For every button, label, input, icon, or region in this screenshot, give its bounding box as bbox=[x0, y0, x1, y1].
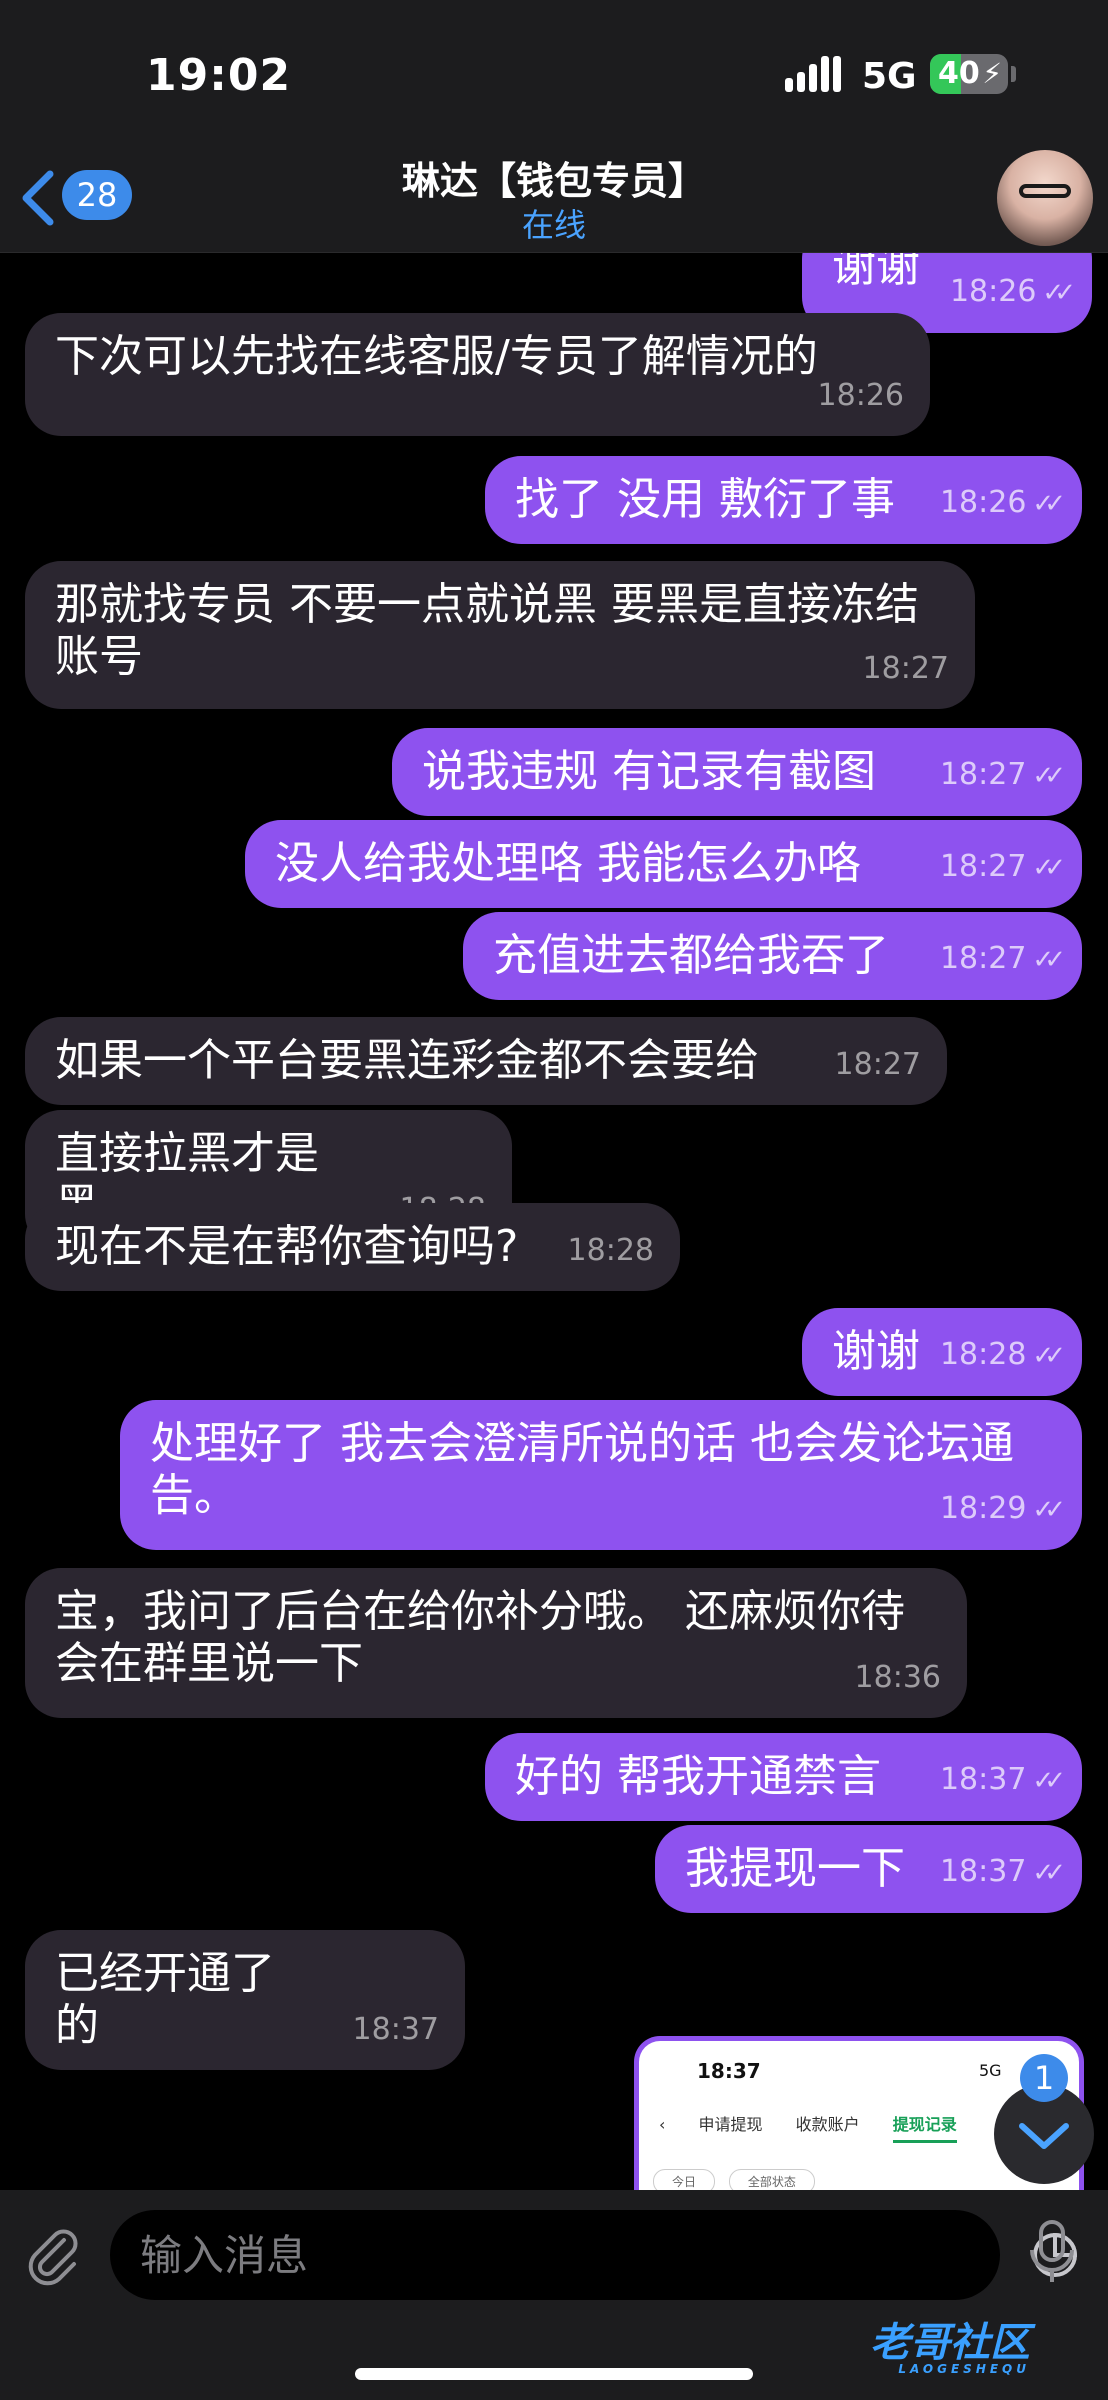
preview-filter: 今日 bbox=[653, 2169, 716, 2190]
message-meta: 18:28 ✓✓ bbox=[939, 1329, 1066, 1382]
battery-icon: 40 ⚡ bbox=[930, 54, 1008, 94]
message-meta: 18:26 ✓✓ bbox=[939, 477, 1066, 530]
home-indicator[interactable] bbox=[355, 2368, 753, 2380]
message-time: 18:27 bbox=[834, 1047, 921, 1082]
message-text: 宝，我问了后台在给你补分哦。 还麻烦你待会在群里说一下 bbox=[55, 1586, 905, 1689]
message-meta: 18:26 bbox=[818, 370, 904, 422]
message-text: 那就找专员 不要一点就说黑 要黑是直接冻结账号 bbox=[55, 579, 919, 682]
incoming-message[interactable]: 如果一个平台要黑连彩金都不会要给 18:27 bbox=[25, 1017, 947, 1105]
message-meta: 18:28 bbox=[568, 1225, 654, 1277]
charging-icon: ⚡ bbox=[982, 57, 1002, 90]
incoming-message[interactable]: 宝，我问了后台在给你补分哦。 还麻烦你待会在群里说一下 18:36 bbox=[25, 1568, 967, 1718]
message-meta: 18:29 ✓✓ bbox=[939, 1483, 1066, 1536]
message-time: 18:37 bbox=[939, 1854, 1027, 1889]
message-list[interactable]: 谢谢 18:26 ✓✓ 下次可以先找在线客服/专员了解情况的 18:26 找了 没用 敷衍… bbox=[0, 253, 1108, 2190]
message-time: 18:36 bbox=[854, 1660, 941, 1695]
message-text: 已经开通了的 bbox=[55, 1948, 275, 2051]
message-meta: 18:27 bbox=[835, 1039, 921, 1091]
message-meta: 18:37 bbox=[353, 2004, 439, 2056]
status-time: 19:02 bbox=[146, 50, 292, 101]
online-status: 在线 bbox=[521, 206, 586, 244]
message-time: 18:27 bbox=[939, 757, 1027, 792]
preview-tabs: ‹ 申请提现 收款账户 提现记录 bbox=[659, 2111, 985, 2143]
message-text: 说我违规 有记录有截图 bbox=[422, 746, 876, 797]
message-time: 18:28 bbox=[567, 1233, 654, 1268]
message-text: 谢谢 bbox=[832, 1326, 920, 1377]
message-text: 没人给我处理咯 我能怎么办咯 bbox=[275, 838, 861, 889]
message-input[interactable] bbox=[140, 2210, 920, 2300]
outgoing-message[interactable]: 处理好了 我去会澄清所说的话 也会发论坛通告。 18:29 ✓✓ bbox=[120, 1400, 1082, 1550]
preview-tab: 申请提现 bbox=[698, 2115, 763, 2134]
watermark-logo: 老哥社区 LAOGESHEQU bbox=[870, 2310, 1030, 2376]
outgoing-message[interactable]: 好的 帮我开通禁言 18:37 ✓✓ bbox=[485, 1733, 1082, 1821]
message-text: 谢谢 bbox=[832, 253, 920, 292]
message-time: 18:26 bbox=[939, 485, 1027, 520]
outgoing-message[interactable]: 我提现一下 18:37 ✓✓ bbox=[655, 1825, 1082, 1913]
avatar[interactable] bbox=[997, 150, 1093, 246]
read-receipt-icon: ✓✓ bbox=[1032, 1766, 1065, 1796]
message-time: 18:37 bbox=[352, 2012, 439, 2047]
message-time: 18:26 bbox=[817, 378, 904, 413]
watermark-text: 老哥社区 bbox=[870, 2320, 1030, 2366]
read-receipt-icon: ✓✓ bbox=[1032, 1341, 1065, 1371]
message-text: 充值进去都给我吞了 bbox=[493, 930, 889, 981]
top-bar: 19:02 5G 40 ⚡ 28 琳达【钱包专员】 在线 bbox=[0, 0, 1108, 253]
preview-network: 5G bbox=[979, 2061, 1002, 2080]
message-time: 18:27 bbox=[939, 849, 1027, 884]
incoming-message[interactable]: 那就找专员 不要一点就说黑 要黑是直接冻结账号 18:27 bbox=[25, 561, 975, 709]
message-time: 18:37 bbox=[939, 1762, 1027, 1797]
read-receipt-icon: ✓✓ bbox=[1032, 489, 1065, 519]
message-time: 18:26 bbox=[949, 274, 1037, 309]
preview-filters: 今日 全部状态 bbox=[653, 2169, 825, 2190]
message-meta: 18:27 bbox=[863, 643, 949, 695]
message-text: 下次可以先找在线客服/专员了解情况的 bbox=[55, 331, 818, 382]
outgoing-message[interactable]: 充值进去都给我吞了 18:27 ✓✓ bbox=[463, 912, 1082, 1000]
read-receipt-icon: ✓✓ bbox=[1032, 761, 1065, 791]
message-text: 好的 帮我开通禁言 bbox=[515, 1751, 881, 1802]
message-time: 18:27 bbox=[939, 941, 1027, 976]
message-time: 18:28 bbox=[939, 1337, 1027, 1372]
outgoing-message[interactable]: 说我违规 有记录有截图 18:27 ✓✓ bbox=[392, 728, 1082, 816]
message-text: 现在不是在帮你查询吗? bbox=[55, 1221, 519, 1272]
message-field bbox=[110, 2210, 1078, 2300]
message-meta: 18:36 bbox=[855, 1652, 941, 1704]
preview-tab-active: 提现记录 bbox=[892, 2115, 957, 2143]
message-meta: 18:27 ✓✓ bbox=[939, 841, 1066, 894]
preview-filter: 全部状态 bbox=[728, 2169, 815, 2190]
read-receipt-icon: ✓✓ bbox=[1032, 1858, 1065, 1888]
read-receipt-icon: ✓✓ bbox=[1032, 945, 1065, 975]
message-time: 18:27 bbox=[862, 651, 949, 686]
read-receipt-icon: ✓✓ bbox=[1032, 853, 1065, 883]
message-meta: 18:27 ✓✓ bbox=[939, 933, 1066, 986]
message-text: 找了 没用 敷衍了事 bbox=[515, 474, 895, 525]
message-time: 18:29 bbox=[939, 1491, 1027, 1526]
preview-time: 18:37 bbox=[697, 2059, 761, 2083]
microphone-icon[interactable] bbox=[1024, 2218, 1080, 2288]
message-text: 我提现一下 bbox=[685, 1843, 905, 1894]
message-meta: 18:37 ✓✓ bbox=[939, 1846, 1066, 1899]
preview-tab: 收款账户 bbox=[795, 2115, 860, 2134]
outgoing-message[interactable]: 没人给我处理咯 我能怎么办咯 18:27 ✓✓ bbox=[245, 820, 1082, 908]
message-meta: 18:37 ✓✓ bbox=[939, 1754, 1066, 1807]
new-message-count-badge: 1 bbox=[1020, 2054, 1068, 2102]
incoming-message[interactable]: 现在不是在帮你查询吗? 18:28 bbox=[25, 1203, 680, 1291]
message-text: 如果一个平台要黑连彩金都不会要给 bbox=[55, 1035, 759, 1086]
signal-icon bbox=[785, 56, 845, 92]
incoming-message[interactable]: 下次可以先找在线客服/专员了解情况的 18:26 bbox=[25, 313, 930, 436]
outgoing-message[interactable]: 找了 没用 敷衍了事 18:26 ✓✓ bbox=[485, 456, 1082, 544]
network-type: 5G bbox=[862, 56, 917, 97]
battery-tip bbox=[1011, 66, 1016, 82]
incoming-message[interactable]: 已经开通了的 18:37 bbox=[25, 1930, 465, 2070]
message-text: 处理好了 我去会澄清所说的话 也会发论坛通告。 bbox=[150, 1418, 1014, 1521]
chat-title[interactable]: 琳达【钱包专员】 bbox=[0, 150, 1108, 205]
battery-level: 40 bbox=[938, 56, 980, 91]
read-receipt-icon: ✓✓ bbox=[1042, 278, 1075, 308]
attach-icon[interactable] bbox=[24, 2226, 84, 2286]
message-meta: 18:27 ✓✓ bbox=[939, 749, 1066, 802]
message-meta: 18:26 ✓✓ bbox=[949, 266, 1076, 319]
read-receipt-icon: ✓✓ bbox=[1032, 1495, 1065, 1525]
outgoing-message[interactable]: 谢谢 18:28 ✓✓ bbox=[802, 1308, 1082, 1396]
